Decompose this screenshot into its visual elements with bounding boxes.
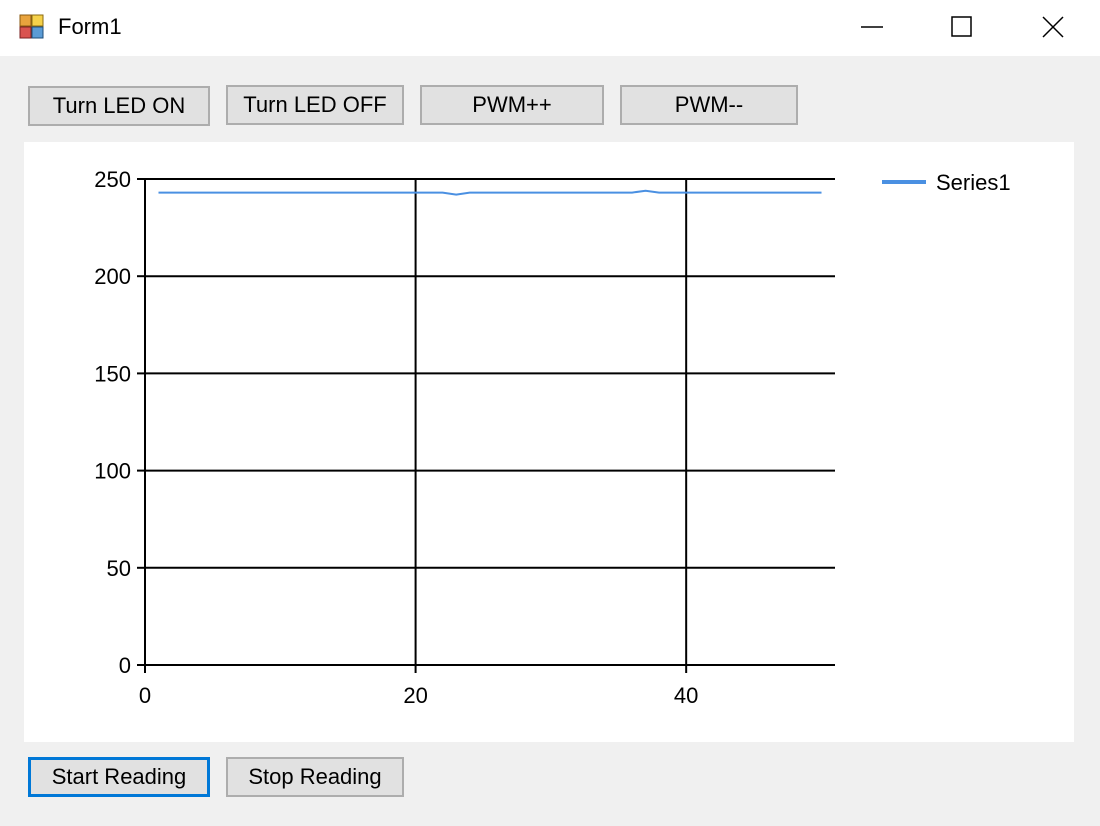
y-tick-label: 100 <box>94 459 131 484</box>
pwm-decrease-button[interactable]: PWM-- <box>620 85 798 125</box>
minimize-icon <box>861 26 883 28</box>
series-line <box>158 189 822 196</box>
close-icon <box>1042 16 1064 38</box>
close-button[interactable] <box>1008 0 1098 54</box>
y-tick-label: 200 <box>94 264 131 289</box>
x-tick-label: 20 <box>403 683 427 708</box>
x-tick-label: 0 <box>139 683 151 708</box>
y-tick-label: 0 <box>119 653 131 678</box>
y-tick-label: 150 <box>94 361 131 386</box>
y-tick-label: 50 <box>107 556 131 581</box>
chart-panel: 0 50 100 150 200 250 0 20 40 Series1 <box>24 142 1074 742</box>
window-title: Form1 <box>58 14 122 39</box>
turn-led-off-button[interactable]: Turn LED OFF <box>226 85 404 125</box>
minimize-button[interactable] <box>827 0 917 54</box>
app-icon <box>19 14 44 39</box>
maximize-button[interactable] <box>917 0 1007 54</box>
start-reading-button[interactable]: Start Reading <box>28 757 210 797</box>
x-tick-label: 40 <box>674 683 698 708</box>
title-bar: Form1 <box>0 0 1100 56</box>
maximize-icon <box>951 16 972 37</box>
line-chart: 0 50 100 150 200 250 0 20 40 Series1 <box>94 167 1011 708</box>
y-tick-label: 250 <box>94 167 131 192</box>
stop-reading-button[interactable]: Stop Reading <box>226 757 404 797</box>
pwm-increase-button[interactable]: PWM++ <box>420 85 604 125</box>
turn-led-on-button[interactable]: Turn LED ON <box>28 86 210 126</box>
legend-label: Series1 <box>936 170 1011 195</box>
